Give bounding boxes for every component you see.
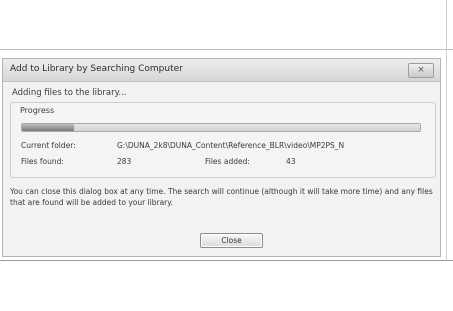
close-icon[interactable]: × — [408, 63, 434, 78]
progress-bar — [21, 123, 421, 132]
files-added-label: Files added: — [205, 157, 250, 166]
background-panel-top — [0, 0, 453, 50]
progress-bar-fill — [22, 124, 74, 131]
dialog-title: Add to Library by Searching Computer — [10, 64, 183, 74]
files-added-value: 43 — [286, 157, 296, 166]
status-text: Adding files to the library... — [12, 88, 127, 98]
progress-label: Progress — [20, 106, 55, 115]
add-to-library-dialog: Add to Library by Searching Computer × A… — [2, 58, 441, 257]
current-folder-label: Current folder: — [21, 141, 76, 150]
info-message: You can close this dialog box at any tim… — [10, 187, 433, 207]
dialog-titlebar[interactable]: Add to Library by Searching Computer × — [3, 59, 440, 82]
files-found-value: 283 — [117, 157, 132, 166]
files-found-label: Files found: — [21, 157, 64, 166]
current-folder-value: G:\DUNA_2k8\DUNA_Content\Reference_BLR\v… — [117, 141, 345, 150]
background-panel-bottom — [0, 260, 453, 311]
progress-group: Progress Current folder: G:\DUNA_2k8\DUN… — [10, 102, 436, 178]
close-button[interactable]: Close — [200, 233, 263, 248]
